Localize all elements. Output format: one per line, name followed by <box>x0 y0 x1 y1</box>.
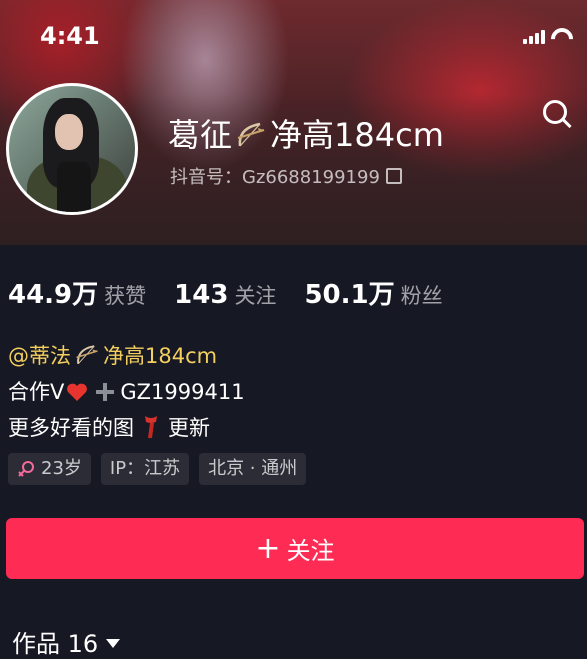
bow-arrow-icon <box>237 122 265 147</box>
tab-works-count: 16 <box>67 630 99 658</box>
caret-down-icon[interactable] <box>106 639 121 648</box>
follow-button[interactable]: + 关注 <box>6 518 584 579</box>
mention-link[interactable]: @蒂法 净高184cm <box>8 344 217 368</box>
tab-works[interactable]: 作品 16 <box>12 624 121 659</box>
mention-part1: @蒂法 <box>8 344 71 368</box>
stat-label: 获赞 <box>104 284 147 308</box>
signal-icon <box>523 30 545 44</box>
profile-header: 4:41 ‹ 葛征 净高184cm 抖音号：Gz6688199199 <box>0 0 587 245</box>
status-icons <box>523 26 573 44</box>
heart-icon <box>67 383 88 401</box>
profile-name: 葛征 净高184cm <box>168 110 444 156</box>
stat-likes[interactable]: 44.9万 获赞 <box>8 274 146 311</box>
douyin-id[interactable]: 抖音号：Gz6688199199 <box>170 163 402 189</box>
bow-arrow-icon <box>76 345 98 365</box>
status-time: 4:41 <box>40 22 100 50</box>
douyin-id-text: 抖音号：Gz6688199199 <box>170 167 380 188</box>
stat-label: 粉丝 <box>400 284 443 308</box>
follow-plus-icon: + <box>255 530 281 566</box>
copy-icon[interactable] <box>385 168 402 184</box>
profile-bio: @蒂法 净高184cm 合作V GZ1999411 更多好看的图 更新 <box>8 338 245 446</box>
stat-value: 50.1万 <box>304 280 395 310</box>
plus-icon <box>96 383 115 401</box>
wifi-icon <box>551 26 573 44</box>
mention-part2: 净高184cm <box>103 344 218 368</box>
tag-label: 北京 · 通州 <box>208 458 298 479</box>
avatar[interactable] <box>6 83 138 215</box>
tag-location: 北京 · 通州 <box>199 453 307 485</box>
profile-stats: 44.9万 获赞 143 关注 50.1万 粉丝 <box>8 274 471 311</box>
stat-following[interactable]: 143 关注 <box>174 280 276 310</box>
tag-label: IP：江苏 <box>109 458 181 479</box>
bio-line-more: 更多好看的图 更新 <box>8 410 245 446</box>
name-part2: 净高184cm <box>270 116 444 154</box>
profile-tags: 23岁 IP：江苏 北京 · 通州 <box>8 453 307 485</box>
stat-value: 143 <box>174 280 229 310</box>
bio-line-contact: 合作V GZ1999411 <box>8 374 245 410</box>
search-button[interactable] <box>537 96 577 136</box>
tag-age: 23岁 <box>8 453 91 485</box>
tab-works-label: 作品 <box>12 630 60 658</box>
name-part1: 葛征 <box>168 116 233 154</box>
tag-ip: IP：江苏 <box>100 453 190 485</box>
more-part1: 更多好看的图 <box>8 416 134 440</box>
bio-line-mention: @蒂法 净高184cm <box>8 338 245 374</box>
stat-followers[interactable]: 50.1万 粉丝 <box>304 274 442 311</box>
more-part2: 更新 <box>168 416 210 440</box>
contact-code: GZ1999411 <box>120 380 245 404</box>
contact-prefix: 合作V <box>8 380 65 404</box>
follow-label: 关注 <box>286 537 335 565</box>
female-icon <box>18 461 34 477</box>
stat-label: 关注 <box>234 284 277 308</box>
stat-value: 44.9万 <box>8 280 99 310</box>
tag-label: 23岁 <box>41 458 82 479</box>
scarf-icon <box>145 416 157 438</box>
